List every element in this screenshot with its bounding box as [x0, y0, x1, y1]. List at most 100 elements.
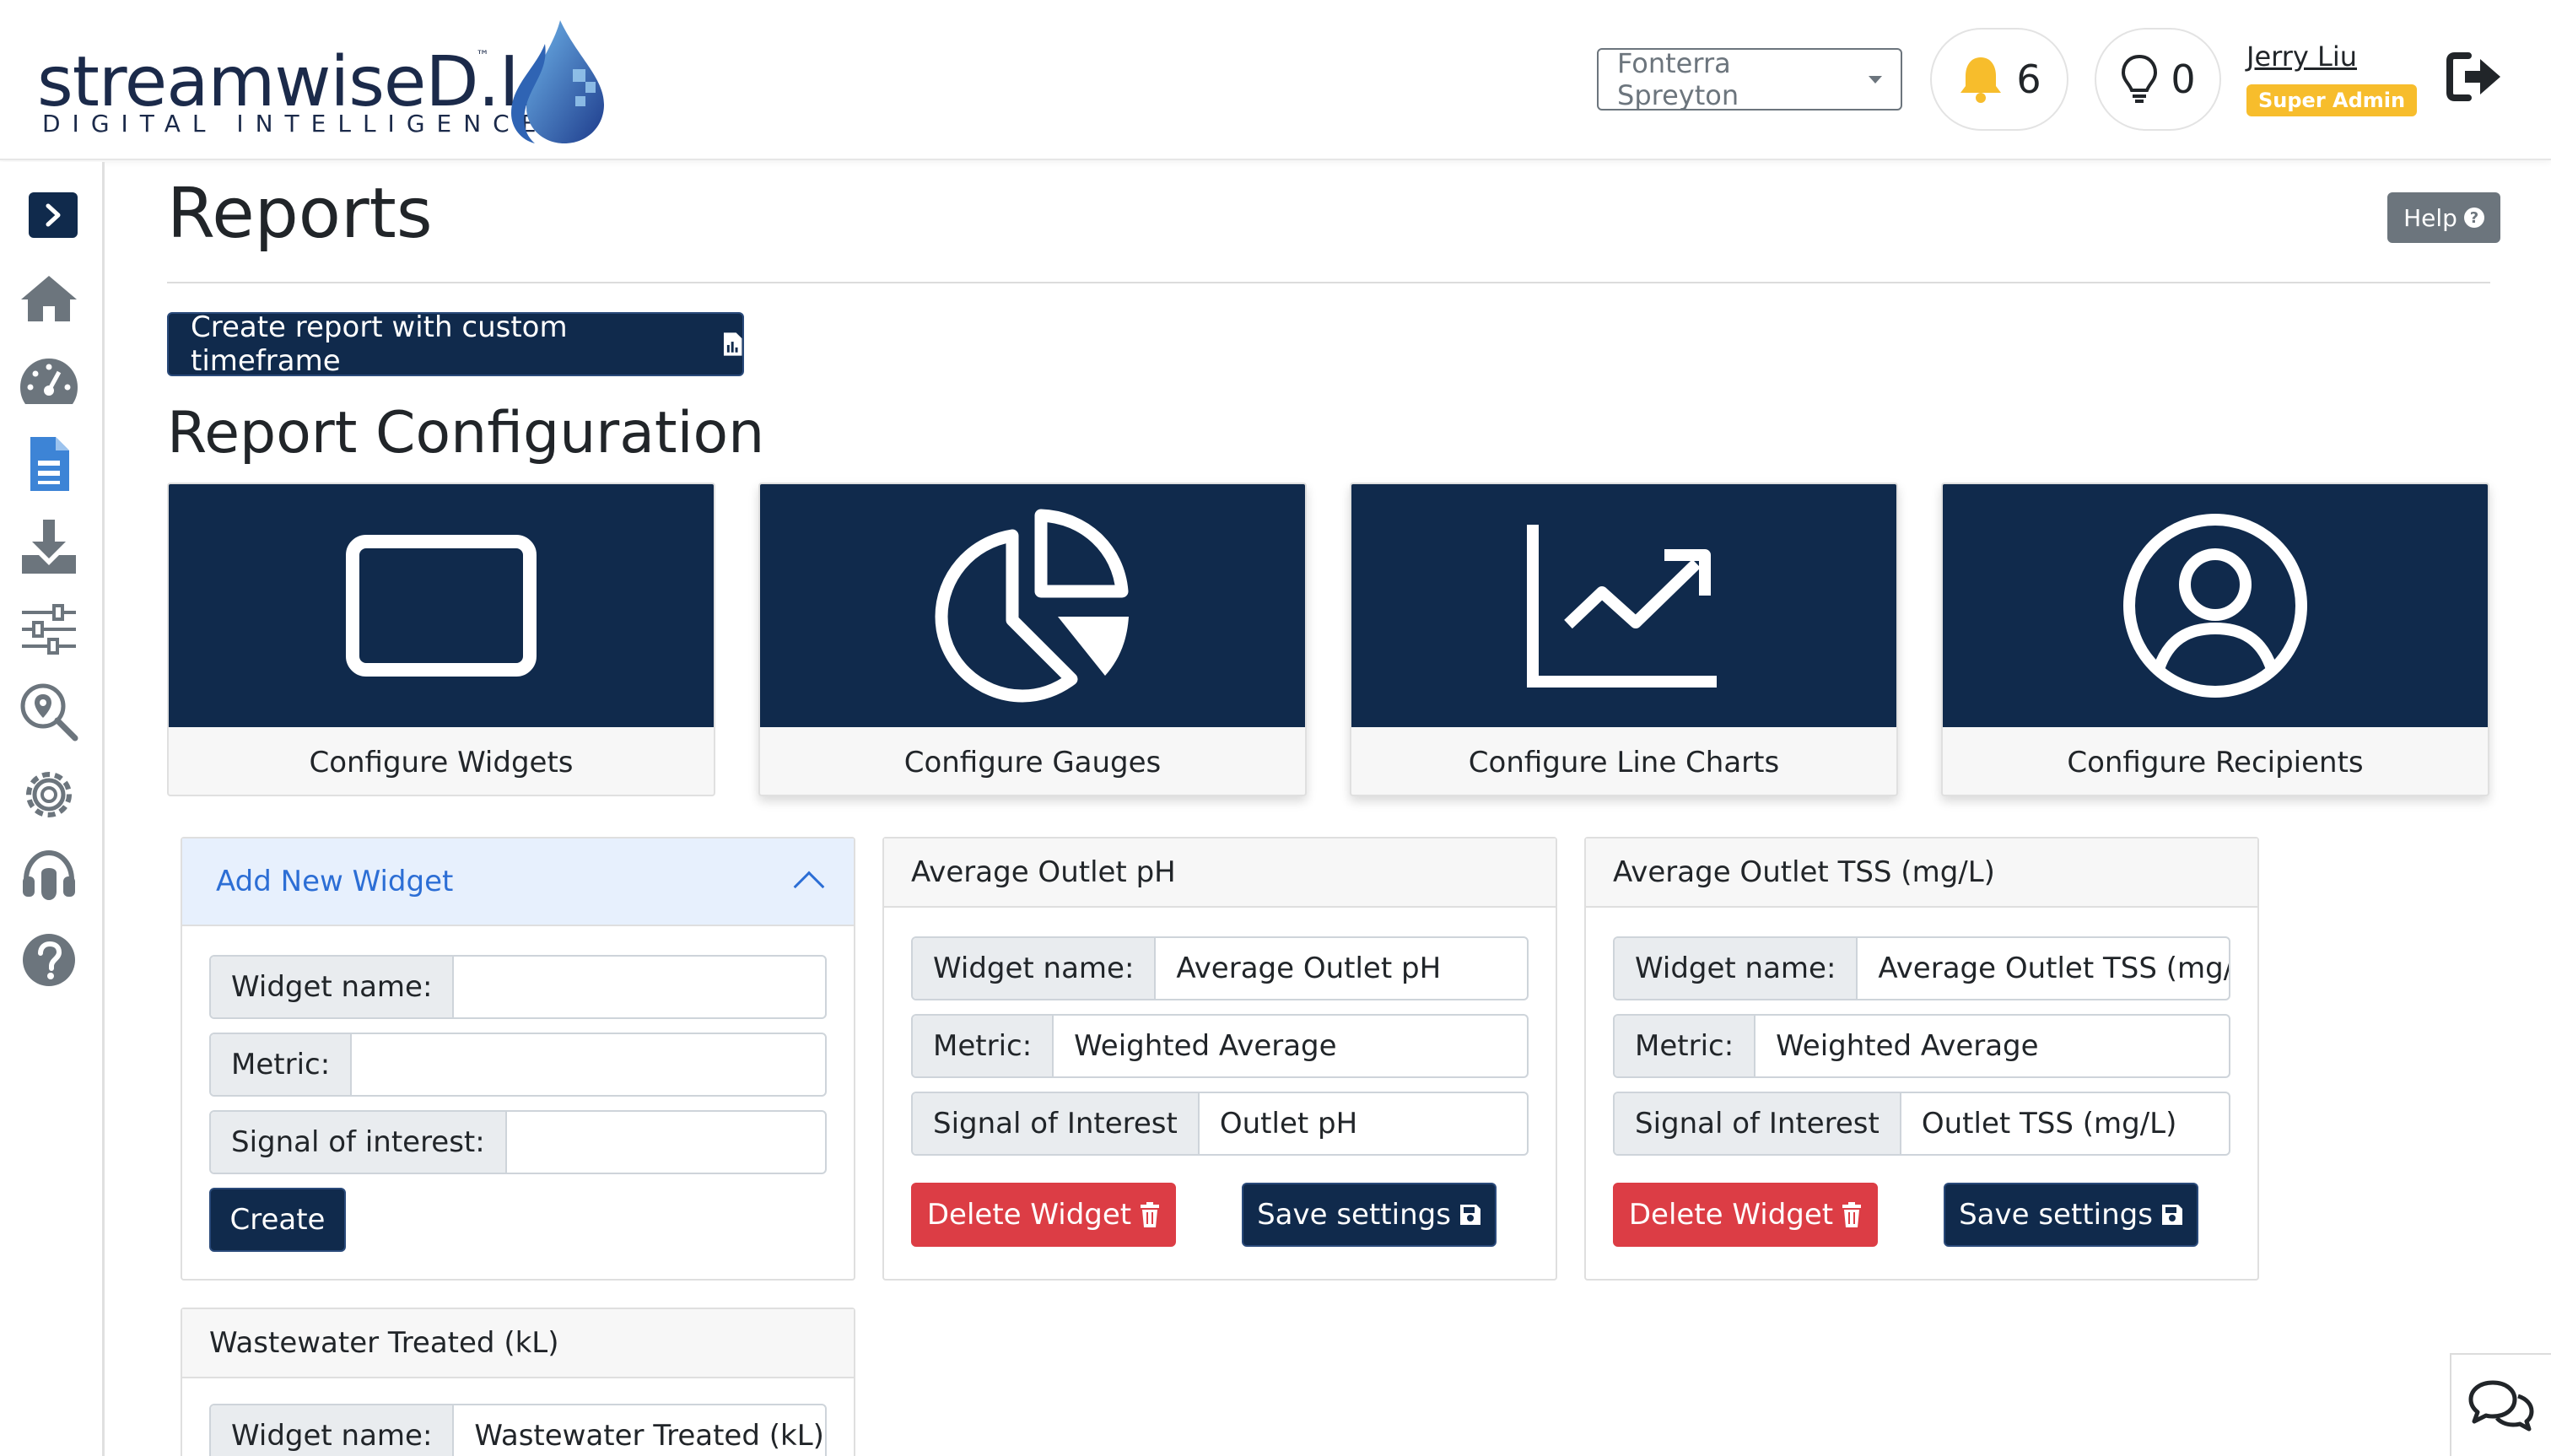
caret-down-icon	[1869, 75, 1882, 84]
map-search-icon	[20, 683, 78, 741]
configure-widgets-card-banner	[169, 484, 714, 727]
save-settings-button[interactable]: Save settings	[1242, 1183, 1497, 1247]
widget-signal-input[interactable]: Outlet pH	[1200, 1093, 1527, 1154]
file-chart-icon	[723, 332, 742, 356]
section-title: Report Configuration	[167, 400, 765, 466]
save-settings-button[interactable]: Save settings	[1944, 1183, 2198, 1247]
sidebar-item-settings[interactable]	[17, 763, 81, 827]
configure-line-charts-label: Configure Line Charts	[1468, 746, 1780, 779]
add-new-widget-panel: Add New Widget Widget name: Metric: Sign…	[181, 837, 855, 1281]
page-title: Reports	[167, 174, 433, 254]
widget-name-label: Widget name:	[1615, 938, 1858, 999]
configure-recipients-label: Configure Recipients	[2067, 746, 2364, 779]
configure-widgets-label: Configure Widgets	[309, 746, 574, 779]
new-widget-signal-input[interactable]	[507, 1112, 825, 1173]
ideas-button[interactable]: 0	[2095, 28, 2221, 131]
help-button-label: Help	[2403, 203, 2457, 232]
delete-widget-button[interactable]: Delete Widget	[911, 1183, 1176, 1247]
widget-card-wastewater-treated: Wastewater Treated (kL) Widget name: Was…	[181, 1308, 855, 1456]
logo-trademark: ™	[476, 47, 489, 63]
widget-name-input[interactable]: Wastewater Treated (kL)	[454, 1405, 825, 1456]
widget-card-title: Wastewater Treated (kL)	[182, 1309, 854, 1378]
title-divider	[167, 282, 2490, 283]
sidebar-item-reports[interactable]	[17, 432, 81, 496]
widget-card-title: Average Outlet pH	[884, 839, 1556, 908]
new-widget-metric-label: Metric:	[211, 1034, 353, 1095]
new-widget-name-input[interactable]	[454, 957, 825, 1017]
delete-widget-label: Delete Widget	[926, 1198, 1132, 1232]
widget-name-field: Widget name: Wastewater Treated (kL)	[209, 1404, 827, 1456]
tablet-icon	[346, 535, 537, 677]
widget-signal-input[interactable]: Outlet TSS (mg/L)	[1901, 1093, 2229, 1154]
sidebar-item-dashboard[interactable]	[17, 349, 81, 413]
create-custom-report-label: Create report with custom timeframe	[191, 310, 568, 378]
role-badge: Super Admin	[2246, 84, 2418, 116]
widget-card-outlet-ph: Average Outlet pH Widget name: Average O…	[882, 837, 1557, 1281]
configure-widgets-card[interactable]: Configure Widgets	[167, 483, 715, 796]
configure-line-charts-card[interactable]: Configure Line Charts	[1350, 483, 1898, 796]
top-navbar: streamwiseD.I. ™ DIGITAL INTELLIGENCE Fo…	[0, 0, 2551, 160]
reports-document-icon	[30, 437, 69, 491]
widget-signal-field: Signal of Interest Outlet pH	[911, 1092, 1529, 1156]
delete-widget-button[interactable]: Delete Widget	[1613, 1183, 1878, 1247]
configure-gauges-card[interactable]: Configure Gauges	[758, 483, 1307, 796]
widget-metric-field: Metric: Weighted Average	[911, 1014, 1529, 1078]
pie-chart-icon	[935, 509, 1129, 703]
sidebar-item-map[interactable]	[17, 680, 81, 744]
widget-metric-input[interactable]: Weighted Average	[1755, 1016, 2229, 1076]
new-widget-name-field: Widget name:	[209, 955, 827, 1019]
widget-metric-label: Metric:	[1615, 1016, 1756, 1076]
configure-gauges-card-banner	[760, 484, 1305, 727]
create-widget-label: Create	[229, 1203, 326, 1237]
save-settings-label: Save settings	[1959, 1198, 2153, 1232]
configure-recipients-card[interactable]: Configure Recipients	[1941, 483, 2489, 796]
download-icon	[22, 520, 76, 574]
site-selector-value: Fonterra Spreyton	[1617, 47, 1739, 111]
chevron-up-icon	[793, 871, 825, 903]
delete-widget-label: Delete Widget	[1628, 1198, 1834, 1232]
widget-name-input[interactable]: Average Outlet pH	[1156, 938, 1527, 999]
sidebar-item-downloads[interactable]	[17, 515, 81, 579]
sidebar-expand-button[interactable]	[29, 192, 78, 238]
floppy-disk-icon	[2161, 1205, 2182, 1225]
widget-signal-label: Signal of Interest	[1615, 1093, 1901, 1154]
user-name-link[interactable]: Jerry Liu	[2246, 40, 2357, 73]
widget-signal-label: Signal of Interest	[913, 1093, 1200, 1154]
widget-name-label: Widget name:	[913, 938, 1157, 999]
logout-icon[interactable]	[2446, 51, 2504, 103]
sidebar-item-controls[interactable]	[17, 597, 81, 661]
create-widget-button[interactable]: Create	[209, 1188, 346, 1252]
trash-icon	[1141, 1202, 1160, 1227]
home-icon	[21, 276, 77, 321]
widget-metric-label: Metric:	[913, 1016, 1054, 1076]
widget-name-input[interactable]: Average Outlet TSS (mg/L	[1858, 938, 2229, 999]
widget-name-field: Widget name: Average Outlet pH	[911, 936, 1529, 1000]
floppy-disk-icon	[1459, 1205, 1480, 1225]
widget-metric-field: Metric: Weighted Average	[1613, 1014, 2230, 1078]
ideas-count: 0	[2171, 57, 2196, 102]
widget-name-field: Widget name: Average Outlet TSS (mg/L	[1613, 936, 2230, 1000]
chat-launcher-button[interactable]	[2450, 1353, 2551, 1456]
sidebar-item-support[interactable]	[17, 845, 81, 909]
lightbulb-icon	[2122, 54, 2158, 103]
create-custom-report-button[interactable]: Create report with custom timeframe	[167, 310, 744, 378]
logo-tagline: DIGITAL INTELLIGENCE	[42, 110, 548, 138]
add-new-widget-header[interactable]: Add New Widget	[182, 839, 854, 926]
new-widget-metric-input[interactable]	[352, 1034, 825, 1095]
support-headset-icon	[23, 849, 75, 900]
chevron-right-icon	[46, 203, 61, 227]
configure-gauges-label: Configure Gauges	[903, 746, 1162, 779]
trash-icon	[1842, 1202, 1862, 1227]
streamwise-logo[interactable]: streamwiseD.I. ™ DIGITAL INTELLIGENCE	[37, 19, 604, 145]
configure-line-charts-card-banner	[1351, 484, 1896, 727]
new-widget-metric-field: Metric:	[209, 1033, 827, 1097]
widget-metric-input[interactable]: Weighted Average	[1054, 1016, 1527, 1076]
dashboard-gauge-icon	[20, 359, 78, 404]
help-button[interactable]: Help ?	[2387, 192, 2500, 243]
bell-icon	[1960, 57, 2002, 103]
site-selector-dropdown[interactable]: Fonterra Spreyton	[1597, 47, 1902, 111]
notifications-button[interactable]: 6	[1930, 28, 2068, 131]
sidebar-item-help[interactable]	[17, 928, 81, 992]
sidebar-item-home[interactable]	[17, 267, 81, 331]
widget-card-title: Average Outlet TSS (mg/L)	[1586, 839, 2257, 908]
